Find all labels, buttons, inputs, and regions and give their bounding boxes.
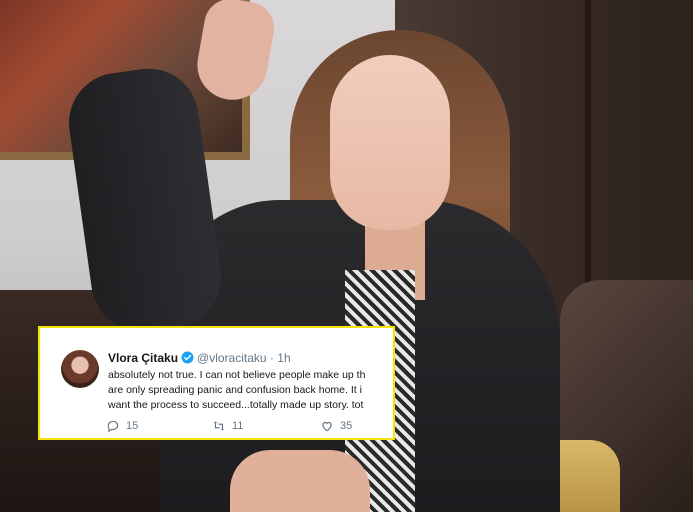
retweet-button[interactable]: 11 bbox=[212, 419, 243, 433]
tweet-top-strip bbox=[40, 328, 393, 334]
retweet-count: 11 bbox=[232, 420, 244, 432]
like-button[interactable]: 35 bbox=[320, 419, 352, 433]
panel-seam bbox=[585, 0, 591, 300]
timestamp[interactable]: 1h bbox=[277, 351, 290, 365]
reply-button[interactable]: 15 bbox=[106, 419, 138, 433]
face bbox=[330, 55, 450, 230]
reply-icon bbox=[107, 420, 119, 433]
tweet-line: absolutely not true. I can not believe p… bbox=[108, 369, 366, 381]
retweet-icon bbox=[213, 421, 225, 431]
handle[interactable]: @vloracitaku bbox=[197, 351, 267, 365]
display-name[interactable]: Vlora Çitaku bbox=[108, 351, 178, 365]
heart-icon bbox=[322, 421, 332, 432]
lower-hand bbox=[230, 450, 370, 512]
tweet-line: want the process to succeed...totally ma… bbox=[108, 399, 364, 411]
verified-badge-icon bbox=[181, 351, 194, 364]
tweet-line: are only spreading panic and confusion b… bbox=[108, 384, 362, 396]
tweet-actions: 15 11 35 bbox=[106, 419, 393, 437]
separator: · bbox=[269, 351, 274, 365]
avatar[interactable] bbox=[61, 350, 99, 388]
reply-count: 15 bbox=[126, 420, 139, 432]
tweet-card[interactable]: Vlora Çitaku @vloracitaku · 1h absolutely… bbox=[38, 326, 395, 440]
like-count: 35 bbox=[340, 420, 353, 432]
tweet-header: Vlora Çitaku @vloracitaku · 1h bbox=[108, 351, 291, 365]
tweet-text: absolutely not true. I can not believe p… bbox=[108, 368, 393, 413]
